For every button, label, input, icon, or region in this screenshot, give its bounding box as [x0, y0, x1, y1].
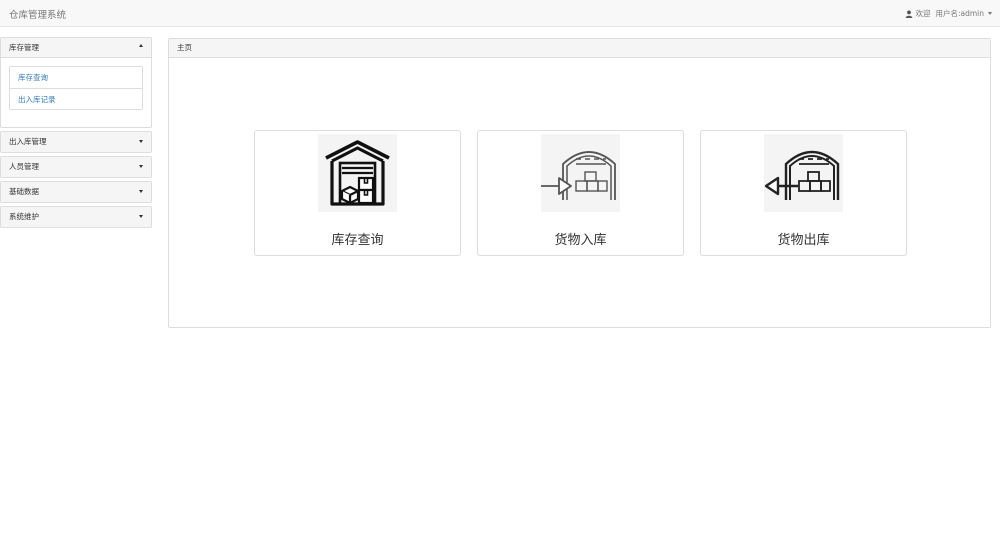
warehouse-inbound-icon [541, 134, 620, 212]
sidebar-group-system-maintenance: 系统维护 [0, 206, 152, 228]
tile-goods-inbound[interactable]: 货物入库 [477, 130, 684, 256]
sidebar-group-body: 库存查询 出入库记录 [1, 58, 151, 127]
chevron-up-icon [139, 44, 143, 47]
tile-label: 库存查询 [331, 233, 384, 248]
sidebar-group-inventory: 库存管理 库存查询 出入库记录 [0, 37, 152, 128]
main-panel-heading: 主页 [169, 39, 990, 58]
username-text: 用户名:admin [935, 9, 984, 18]
chevron-down-icon [139, 165, 143, 168]
tile-goods-outbound[interactable]: 货物出库 [700, 130, 907, 256]
sidebar-group-label: 系统维护 [9, 212, 39, 221]
chevron-down-icon [139, 215, 143, 218]
tile-inventory-query[interactable]: 库存查询 [254, 130, 461, 256]
tile-label: 货物出库 [777, 233, 830, 248]
sidebar-item-inventory-query[interactable]: 库存查询 [10, 67, 142, 88]
sidebar-group-heading[interactable]: 库存管理 [1, 38, 151, 58]
sidebar-group-basic-data: 基础数据 [0, 181, 152, 203]
user-icon [906, 9, 913, 18]
top-navbar: 仓库管理系统 欢迎 用户名:admin [0, 0, 1000, 27]
sidebar-group-personnel: 人员管理 [0, 156, 152, 178]
app-title[interactable]: 仓库管理系统 [9, 7, 66, 21]
sidebar-group-heading[interactable]: 人员管理 [1, 157, 151, 177]
sidebar-group-label: 出入库管理 [9, 137, 47, 146]
sidebar-item-io-records[interactable]: 出入库记录 [10, 88, 142, 109]
sidebar-group-heading[interactable]: 出入库管理 [1, 132, 151, 152]
sidebar-group-io-management: 出入库管理 [0, 131, 152, 153]
sidebar: 库存管理 库存查询 出入库记录 出入库管理 人员管理 基础数据 系统维护 [0, 37, 152, 231]
sidebar-group-heading[interactable]: 系统维护 [1, 207, 151, 227]
sidebar-group-heading[interactable]: 基础数据 [1, 182, 151, 202]
chevron-down-icon [988, 12, 992, 15]
tile-label: 货物入库 [554, 233, 607, 248]
chevron-down-icon [139, 140, 143, 143]
sidebar-submenu: 库存查询 出入库记录 [9, 66, 143, 110]
welcome-text: 欢迎 [915, 9, 931, 18]
chevron-down-icon [139, 190, 143, 193]
main-panel: 主页 库存查询 货物入库 货物出库 [168, 38, 991, 328]
sidebar-group-label: 基础数据 [9, 187, 39, 196]
user-menu[interactable]: 欢迎 用户名:admin [905, 8, 992, 19]
warehouse-icon [318, 134, 397, 212]
sidebar-group-label: 库存管理 [9, 43, 39, 52]
warehouse-outbound-icon [764, 134, 843, 212]
sidebar-group-label: 人员管理 [9, 162, 39, 171]
